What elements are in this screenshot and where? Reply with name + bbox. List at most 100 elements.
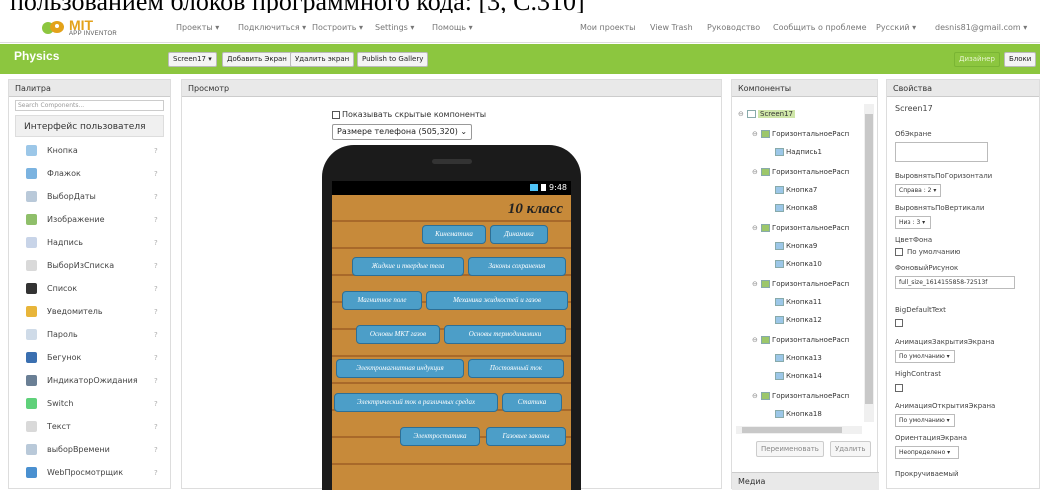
tree-node[interactable]: Кнопка12 <box>766 316 822 324</box>
designer-button[interactable]: Дизайнер <box>954 52 1000 67</box>
palette-item[interactable]: Флажок? <box>9 162 170 185</box>
align-vertical-select[interactable]: Низ : 3 ▾ <box>895 216 931 229</box>
add-screen-button[interactable]: Добавить Экран <box>222 52 292 67</box>
topic-button[interactable]: Кинематика <box>422 225 486 244</box>
topic-button[interactable]: Магнитное поле <box>342 291 422 310</box>
help-icon[interactable]: ? <box>154 239 158 247</box>
publish-gallery-button[interactable]: Publish to Gallery <box>357 52 429 67</box>
palette-item[interactable]: ИндикаторОжидания? <box>9 369 170 392</box>
collapse-toggle-icon[interactable]: ⊖ <box>752 392 759 400</box>
nav-menu-item[interactable]: Settings ▾ <box>375 23 414 32</box>
topic-button[interactable]: Газовые законы <box>486 427 566 446</box>
nav-link[interactable]: View Trash <box>650 23 693 32</box>
tree-node[interactable]: ⊖ ГоризонтальноеРасп <box>752 392 849 400</box>
bgcolor-swatch[interactable] <box>895 248 903 256</box>
collapse-toggle-icon[interactable]: ⊖ <box>738 110 745 118</box>
help-icon[interactable]: ? <box>154 216 158 224</box>
palette-item[interactable]: Изображение? <box>9 208 170 231</box>
help-icon[interactable]: ? <box>154 285 158 293</box>
bigtext-checkbox[interactable] <box>895 319 903 327</box>
palette-item[interactable]: Бегунок? <box>9 346 170 369</box>
show-hidden-checkbox[interactable]: Показывать скрытые компоненты <box>332 110 486 119</box>
tree-node[interactable]: Кнопка11 <box>766 298 822 306</box>
palette-item[interactable]: Список? <box>9 277 170 300</box>
about-screen-textarea[interactable] <box>895 142 988 162</box>
collapse-toggle-icon[interactable]: ⊖ <box>752 224 759 232</box>
tree-node[interactable]: Кнопка18 <box>766 410 822 418</box>
blocks-button[interactable]: Блоки <box>1004 52 1037 67</box>
tree-node[interactable]: Надпись1 <box>766 148 822 156</box>
app-inventor-logo[interactable]: MIT APP INVENTOR <box>40 16 117 40</box>
tree-node[interactable]: ⊖ ГоризонтальноеРасп <box>752 168 849 176</box>
phone-size-select[interactable]: Размере телефона (505,320) ⌄ <box>332 124 473 140</box>
palette-item[interactable]: Текст? <box>9 415 170 438</box>
topic-button[interactable]: Законы сохранения <box>468 257 566 276</box>
help-icon[interactable]: ? <box>154 377 158 385</box>
help-icon[interactable]: ? <box>154 308 158 316</box>
topic-button[interactable]: Динамика <box>490 225 548 244</box>
tree-node[interactable]: Кнопка13 <box>766 354 822 362</box>
topic-button[interactable]: Статика <box>502 393 562 412</box>
help-icon[interactable]: ? <box>154 331 158 339</box>
topic-button[interactable]: Постоянный ток <box>468 359 564 378</box>
nav-link[interactable]: Мои проекты <box>580 23 635 32</box>
palette-item[interactable]: WebПросмотрщик? <box>9 461 170 484</box>
remove-screen-button[interactable]: Удалить экран <box>290 52 355 67</box>
nav-link[interactable]: desnis81@gmail.com ▾ <box>935 23 1027 32</box>
palette-item[interactable]: выборВремени? <box>9 438 170 461</box>
topic-button[interactable]: Жидкие и твердые тела <box>352 257 464 276</box>
help-icon[interactable]: ? <box>154 262 158 270</box>
collapse-toggle-icon[interactable]: ⊖ <box>752 280 759 288</box>
help-icon[interactable]: ? <box>154 193 158 201</box>
align-horizontal-select[interactable]: Справа : 2 ▾ <box>895 184 941 197</box>
orientation-select[interactable]: Неопределено ▾ <box>895 446 959 459</box>
tree-node[interactable]: ⊖ ГоризонтальноеРасп <box>752 336 849 344</box>
nav-link[interactable]: Сообщить о проблеме <box>773 23 867 32</box>
topic-button[interactable]: Электростатика <box>400 427 480 446</box>
palette-category-ui[interactable]: Интерфейс пользователя <box>15 115 164 137</box>
close-anim-select[interactable]: По умолчанию ▾ <box>895 350 955 363</box>
palette-item[interactable]: Кнопка? <box>9 139 170 162</box>
bgcolor-value[interactable]: По умолчанию <box>907 248 960 256</box>
topic-button[interactable]: Основы МКТ газов <box>356 325 440 344</box>
tree-node[interactable]: ⊖ ГоризонтальноеРасп <box>752 280 849 288</box>
palette-item[interactable]: Пароль? <box>9 323 170 346</box>
palette-item[interactable]: Switch? <box>9 392 170 415</box>
tree-node[interactable]: ⊖ Screen17 <box>738 110 795 118</box>
tree-node[interactable]: Кнопка9 <box>766 242 817 250</box>
tree-horizontal-scrollbar[interactable] <box>736 426 862 434</box>
nav-menu-item[interactable]: Проекты ▾ <box>176 23 219 32</box>
open-anim-select[interactable]: По умолчанию ▾ <box>895 414 955 427</box>
topic-button[interactable]: Основы термодинамики <box>444 325 566 344</box>
palette-item[interactable]: ВыборИзСписка? <box>9 254 170 277</box>
tree-vertical-scrollbar[interactable] <box>864 104 874 422</box>
nav-link[interactable]: Русский ▾ <box>876 23 916 32</box>
tree-node[interactable]: Кнопка7 <box>766 186 817 194</box>
high-contrast-checkbox[interactable] <box>895 384 903 392</box>
tree-node[interactable]: Кнопка14 <box>766 372 822 380</box>
nav-menu-item[interactable]: Построить ▾ <box>312 23 363 32</box>
checkbox-box[interactable] <box>332 110 340 119</box>
nav-menu-item[interactable]: Помощь ▾ <box>432 23 473 32</box>
palette-item[interactable]: Уведомитель? <box>9 300 170 323</box>
delete-button[interactable]: Удалить <box>829 441 871 457</box>
palette-item[interactable]: Надпись? <box>9 231 170 254</box>
bgimage-field[interactable]: full_size_1614155858-72513f <box>895 276 1015 289</box>
help-icon[interactable]: ? <box>154 147 158 155</box>
topic-button[interactable]: Электромагнитная индукция <box>336 359 464 378</box>
nav-menu-item[interactable]: Подключиться ▾ <box>238 23 306 32</box>
topic-button[interactable]: Электрический ток в различных средах <box>334 393 498 412</box>
help-icon[interactable]: ? <box>154 423 158 431</box>
help-icon[interactable]: ? <box>154 170 158 178</box>
help-icon[interactable]: ? <box>154 469 158 477</box>
palette-search-input[interactable]: Search Components... <box>15 100 164 111</box>
help-icon[interactable]: ? <box>154 446 158 454</box>
tree-node[interactable]: ⊖ ГоризонтальноеРасп <box>752 224 849 232</box>
topic-button[interactable]: Механика жидкостей и газов <box>426 291 568 310</box>
collapse-toggle-icon[interactable]: ⊖ <box>752 168 759 176</box>
tree-node[interactable]: Кнопка8 <box>766 204 817 212</box>
rename-button[interactable]: Переименовать <box>756 441 824 457</box>
collapse-toggle-icon[interactable]: ⊖ <box>752 130 759 138</box>
tree-node[interactable]: Кнопка10 <box>766 260 822 268</box>
help-icon[interactable]: ? <box>154 354 158 362</box>
